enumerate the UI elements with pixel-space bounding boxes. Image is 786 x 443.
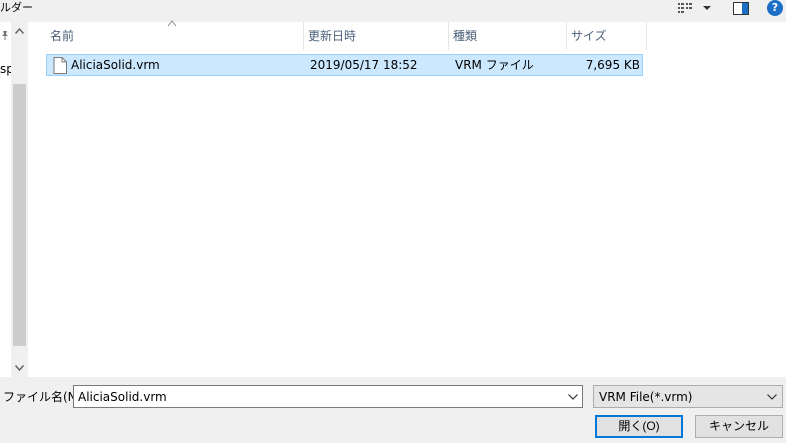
cancel-button[interactable]: キャンセル [695,415,783,438]
chevron-down-icon [703,6,711,10]
column-header-size-label: サイズ [571,29,607,43]
filetype-value: VRM File(*.vrm) [599,389,693,404]
filename-history-dropdown[interactable] [564,386,582,407]
column-header-size[interactable]: サイズ [567,22,647,50]
dialog-footer: ファイル名(N): AliciaSolid.vrm VRM File(*.vrm… [0,377,786,443]
file-name: AliciaSolid.vrm [71,58,160,72]
column-header-type-label: 種類 [453,29,478,43]
scroll-down-button[interactable] [11,359,28,377]
toolbar: ルダー ? [0,0,786,22]
view-options-button[interactable] [678,0,712,16]
chevron-down-icon [767,393,777,400]
preview-pane-button[interactable] [731,0,751,16]
filetype-select[interactable]: VRM File(*.vrm) [593,385,783,408]
pin-icon [2,31,8,40]
chevron-down-icon [15,365,24,371]
chevron-up-icon [15,28,24,34]
breadcrumb-folder[interactable]: ルダー [0,0,33,16]
sort-ascending-icon [167,20,177,27]
open-button[interactable]: 開く(O) [595,415,683,438]
details-view-icon [678,3,692,13]
column-header-name-label: 名前 [50,29,75,43]
file-size: 7,695 KB [585,58,640,72]
filename-value: AliciaSolid.vrm [78,389,167,404]
scroll-up-button[interactable] [11,22,28,40]
scroll-thumb[interactable] [13,84,26,346]
file-icon [53,57,67,74]
filetype-dropdown-arrow [764,386,780,407]
column-header-date-label: 更新日時 [308,29,357,43]
filename-input[interactable]: AliciaSolid.vrm [73,385,583,408]
column-header-date[interactable]: 更新日時 [304,22,449,50]
file-row[interactable]: AliciaSolid.vrm 2019/05/17 18:52 VRM ファイ… [46,54,643,76]
chevron-down-icon [568,393,578,400]
file-list: 名前 更新日時 種類 サイズ AliciaSolid.vrm 2019/05/1… [28,20,786,377]
file-type: VRM ファイル [455,58,534,72]
preview-pane-icon [733,1,749,15]
help-icon[interactable]: ? [767,0,783,16]
column-header-name[interactable]: 名前 [46,20,304,50]
navigation-pane: sp [0,22,28,377]
column-headers: 名前 更新日時 種類 サイズ [46,20,647,50]
column-header-type[interactable]: 種類 [449,22,567,50]
file-date: 2019/05/17 18:52 [310,58,418,72]
